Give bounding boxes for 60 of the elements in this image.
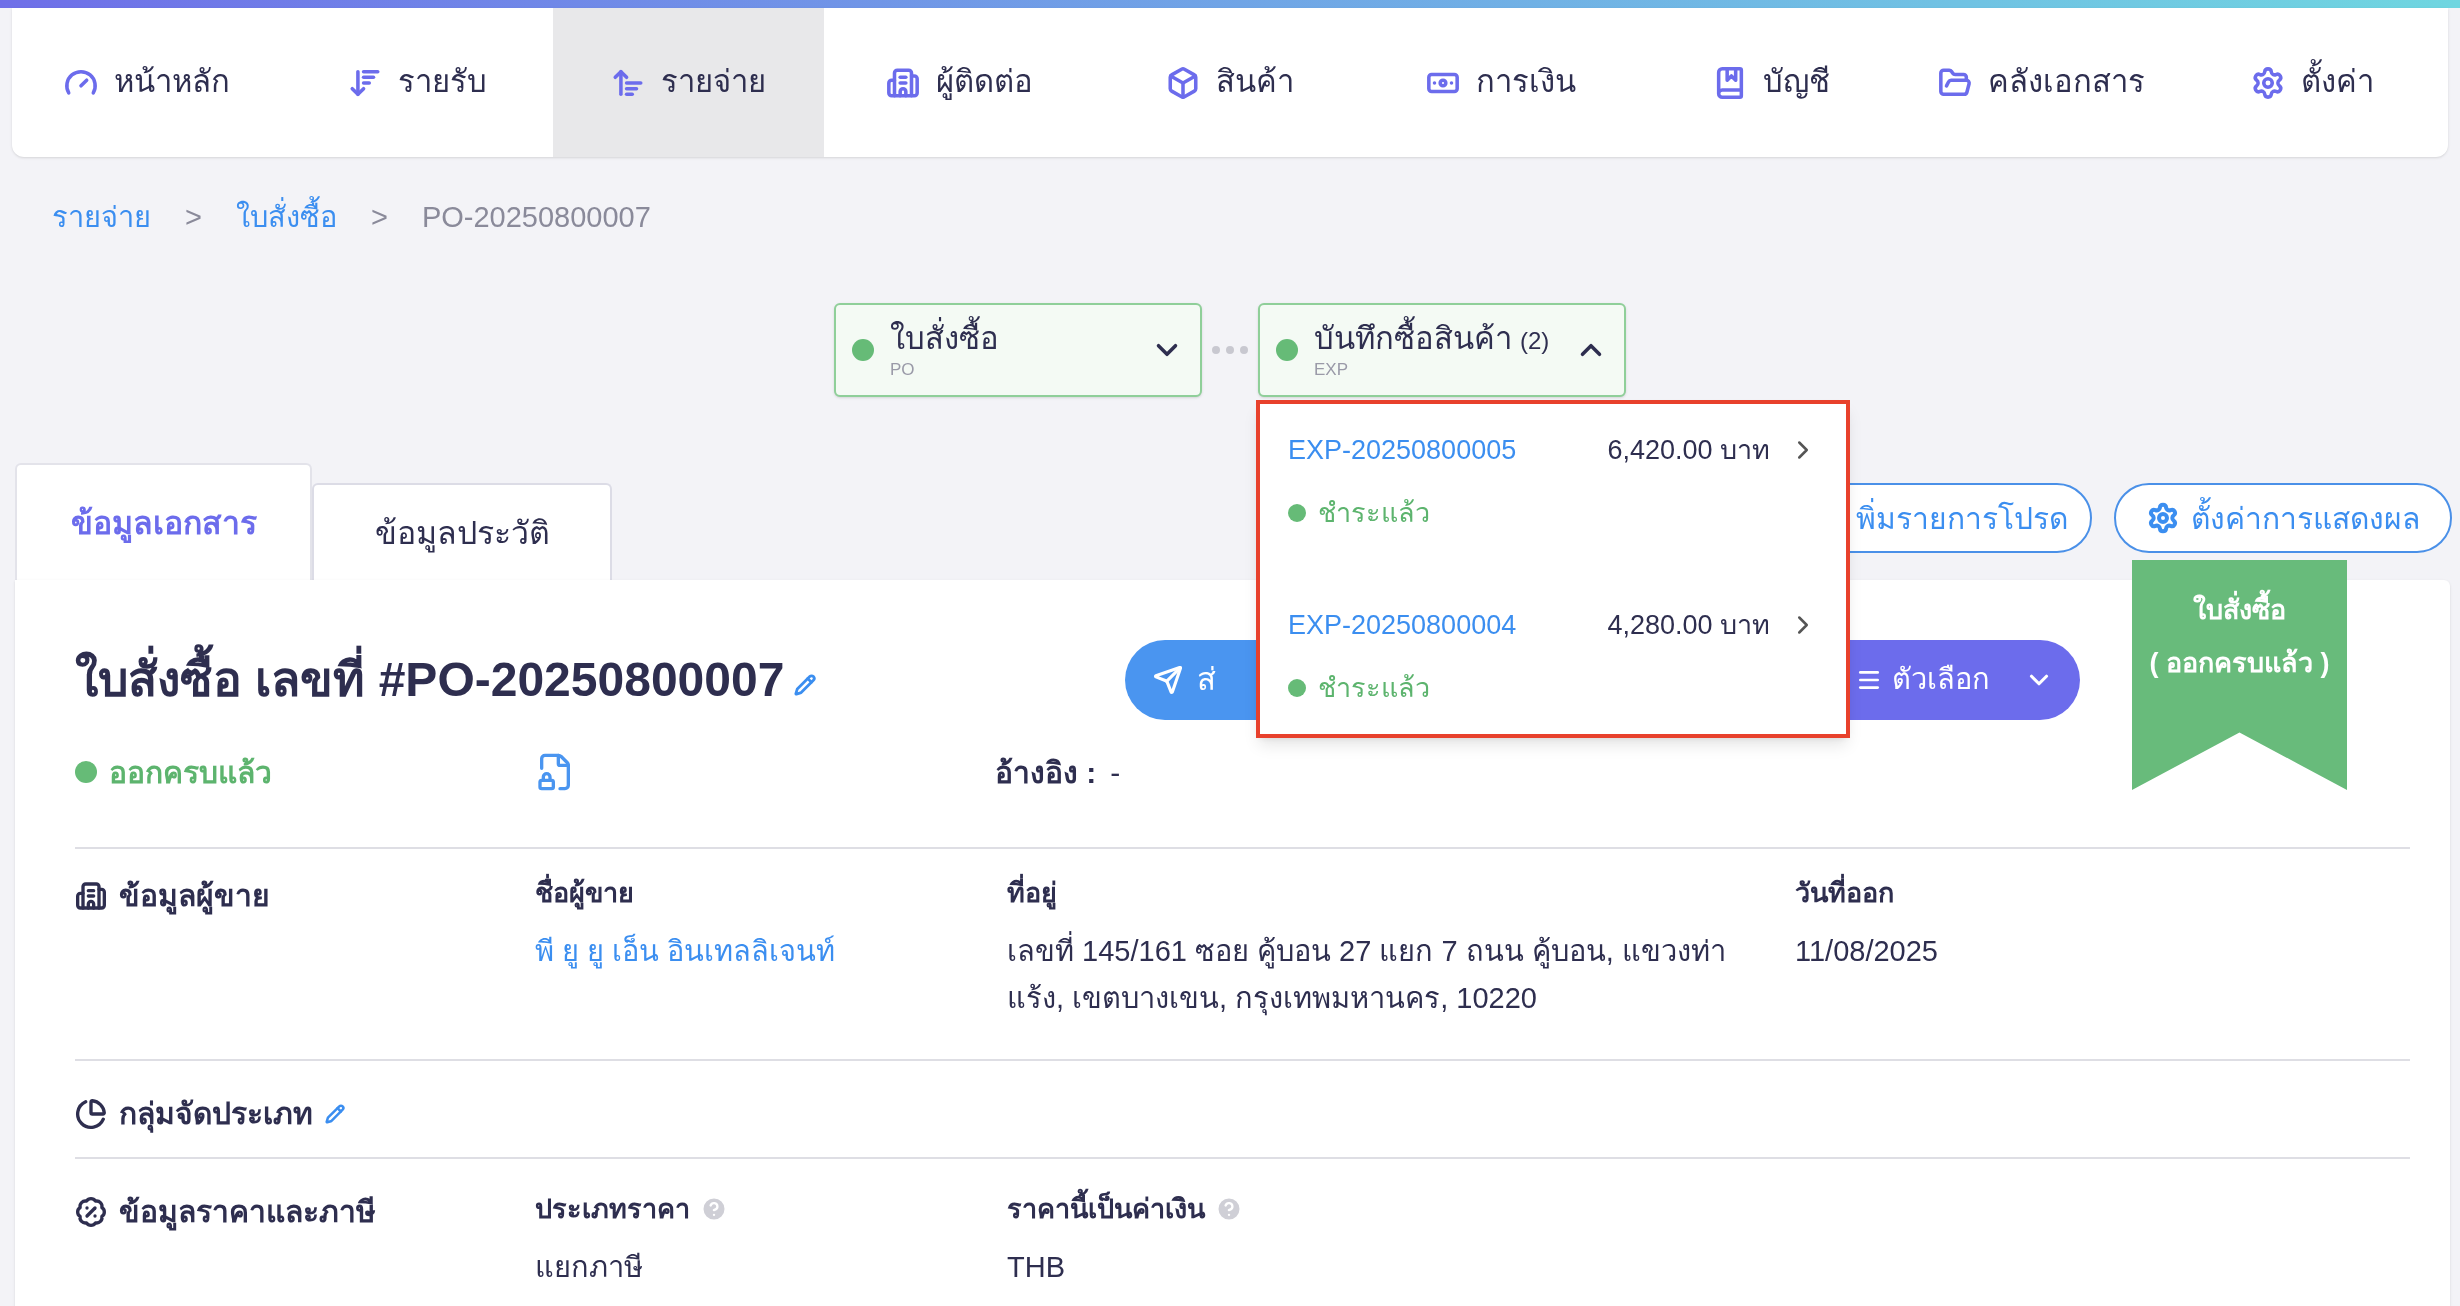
nav-label: รายจ่าย: [661, 63, 767, 102]
breadcrumb-separator: >: [184, 200, 203, 236]
amount: 6,420.00 บาท: [1607, 434, 1770, 467]
step-code: EXP: [1314, 358, 1350, 380]
tab[interactable]: ข้อมูลเอกสาร: [15, 463, 312, 580]
percent-badge-icon: [75, 1195, 107, 1228]
amount: 4,280.00 บาท: [1607, 609, 1770, 642]
nav-tab[interactable]: สินค้า: [1094, 8, 1366, 157]
tab[interactable]: ข้อมูลประวัติ: [312, 483, 612, 580]
nav-tab[interactable]: ตั้งค่า: [2177, 8, 2448, 157]
connector-dots: [1212, 346, 1248, 354]
ribbon-text: ใบสั่งซื้อ: [2193, 590, 2286, 631]
send-icon: [1153, 665, 1184, 695]
ribbon-text: ( ออกครบแล้ว ): [2149, 646, 2330, 680]
flow-step[interactable]: ใบสั่งซื้อ PO: [834, 303, 1202, 397]
section-heading: ข้อมูลราคาและภาษี: [119, 1189, 376, 1234]
settings-icon: [2251, 65, 2286, 100]
nav-tab[interactable]: บัญชี: [1636, 8, 1907, 157]
field-label: ชื่อผู้ขาย: [535, 873, 634, 914]
nav-tab[interactable]: รายรับ: [282, 8, 554, 157]
nav-tab[interactable]: ผู้ติดต่อ: [824, 8, 1095, 157]
nav-tab[interactable]: รายจ่าย: [553, 8, 824, 157]
section-heading: ข้อมูลผู้ขาย: [119, 873, 270, 918]
field-value: แยกภาษี: [535, 1249, 644, 1285]
field-value: 11/08/2025: [1795, 933, 1939, 969]
reference-label: อ้างอิง :: [995, 754, 1097, 791]
field-label: ที่อยู่: [1007, 873, 1057, 914]
pencil-icon[interactable]: [325, 1103, 345, 1124]
pencil-icon[interactable]: [794, 674, 817, 696]
nav-label: รายรับ: [398, 63, 488, 102]
step-code: PO: [890, 358, 916, 380]
nav-tab[interactable]: คลังเอกสาร: [1906, 8, 2178, 157]
box-icon: [1166, 65, 1200, 100]
building-icon: [75, 879, 107, 912]
nav-tab[interactable]: การเงิน: [1365, 8, 1636, 157]
reference-value: -: [1110, 754, 1121, 791]
nav-label: ผู้ติดต่อ: [935, 63, 1033, 102]
document-status: ออกครบแล้ว: [109, 754, 272, 791]
payment-status: ชำระแล้ว: [1318, 496, 1430, 530]
field-label: ประเภทราคา: [535, 1193, 690, 1226]
section-heading: กลุ่มจัดประเภท: [119, 1091, 313, 1136]
breadcrumb-separator: >: [369, 200, 389, 236]
nav-tab[interactable]: หน้าหลัก: [12, 8, 283, 157]
nav-label: สินค้า: [1216, 63, 1294, 102]
document-title: ใบสั่งซื้อ เลขที่ #PO-20250800007: [75, 644, 785, 716]
nav-label: หน้าหลัก: [114, 63, 231, 102]
building-icon: [885, 65, 920, 100]
flow-step[interactable]: บันทึกซื้อสินค้า (2) EXP: [1258, 303, 1626, 397]
nav-label: บัญชี: [1762, 63, 1830, 102]
nav-label: การเงิน: [1475, 63, 1576, 102]
field-label: ราคานี้เป็นค่าเงิน: [1007, 1189, 1205, 1230]
nav-label: ตั้งค่า: [2301, 59, 2375, 106]
nav-label: คลังเอกสาร: [1988, 63, 2146, 102]
settings-icon: [2146, 502, 2179, 534]
field-value: THB: [1007, 1249, 1066, 1285]
step-count: (2): [1520, 326, 1550, 356]
field-label: วันที่ออก: [1795, 873, 1894, 914]
pie-chart-icon: [75, 1097, 107, 1130]
breadcrumb-current: PO-20250800007: [421, 200, 651, 236]
field-value: เลขที่ 145/161 ซอย คู้บอน 27 แยก 7 ถนน คู้บอน, แขวงท่าแร้ง, เขตบางเขน, กรุงเทพมหานคร, 10220: [1007, 927, 1737, 1022]
